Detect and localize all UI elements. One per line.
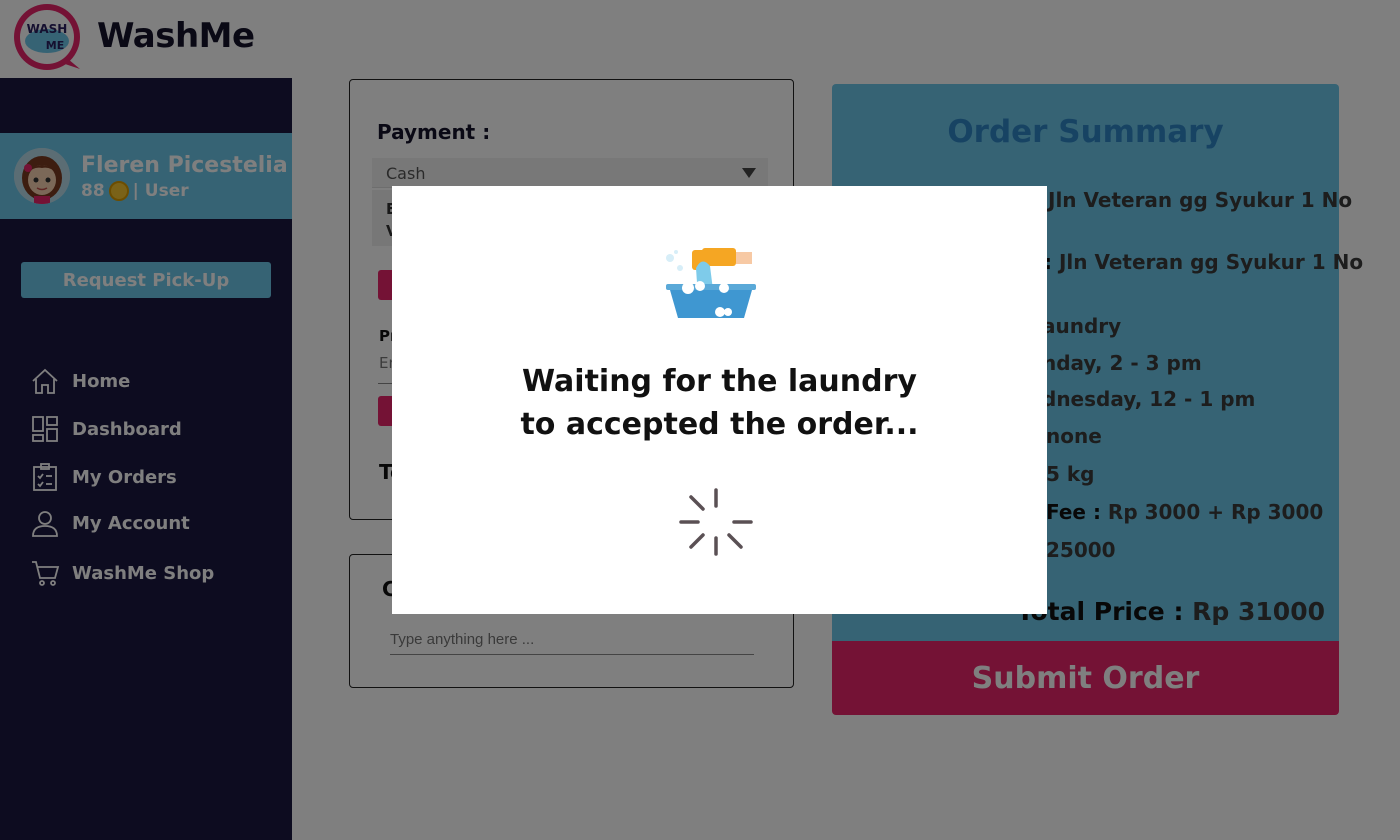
waiting-message-line2: to accepted the order... [520,407,919,442]
waiting-message: Waiting for the laundry to accepted the … [392,360,1047,446]
waiting-message-line1: Waiting for the laundry [522,364,917,399]
loading-spinner-icon [679,488,753,556]
laundry-basin-icon [666,248,756,318]
waiting-modal: Waiting for the laundry to accepted the … [392,186,1047,614]
